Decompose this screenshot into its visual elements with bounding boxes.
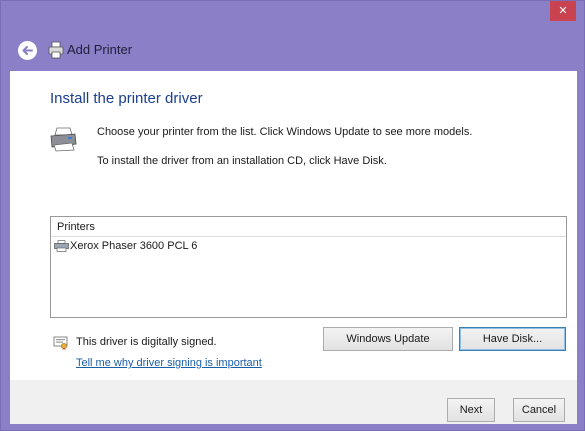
description-models: Choose your printer from the list. Click…	[97, 126, 473, 138]
list-item-label: Xerox Phaser 3600 PCL 6	[70, 240, 198, 252]
printers-list[interactable]: Printers Xerox Phaser 3600 PCL 6	[50, 216, 567, 318]
add-printer-window: ✕ Add Printer Install the printer driver…	[0, 0, 585, 431]
wizard-content: Install the printer driver Choose your p…	[10, 71, 577, 380]
signed-driver-icon	[53, 336, 68, 350]
next-button[interactable]: Next	[447, 398, 495, 422]
close-icon: ✕	[558, 4, 568, 17]
printer-icon	[48, 41, 64, 59]
window-title: Add Printer	[67, 42, 133, 57]
printer-icon	[50, 127, 77, 152]
page-heading: Install the printer driver	[50, 90, 203, 107]
have-disk-button[interactable]: Have Disk...	[459, 327, 566, 351]
wizard-footer: Next Cancel	[10, 380, 577, 424]
list-header-printers[interactable]: Printers	[51, 217, 566, 237]
back-button[interactable]	[18, 41, 37, 60]
back-arrow-icon	[22, 46, 33, 55]
close-button[interactable]: ✕	[550, 1, 576, 21]
cancel-button[interactable]: Cancel	[513, 398, 565, 422]
driver-signing-link[interactable]: Tell me why driver signing is important	[76, 357, 262, 369]
printer-icon	[54, 240, 69, 252]
windows-update-button[interactable]: Windows Update	[323, 327, 453, 351]
description-have-disk: To install the driver from an installati…	[97, 155, 387, 167]
navigation-bar: Add Printer	[1, 31, 584, 71]
signature-status: This driver is digitally signed.	[76, 336, 217, 348]
title-bar: ✕	[1, 1, 584, 31]
list-item[interactable]: Xerox Phaser 3600 PCL 6	[51, 237, 566, 255]
